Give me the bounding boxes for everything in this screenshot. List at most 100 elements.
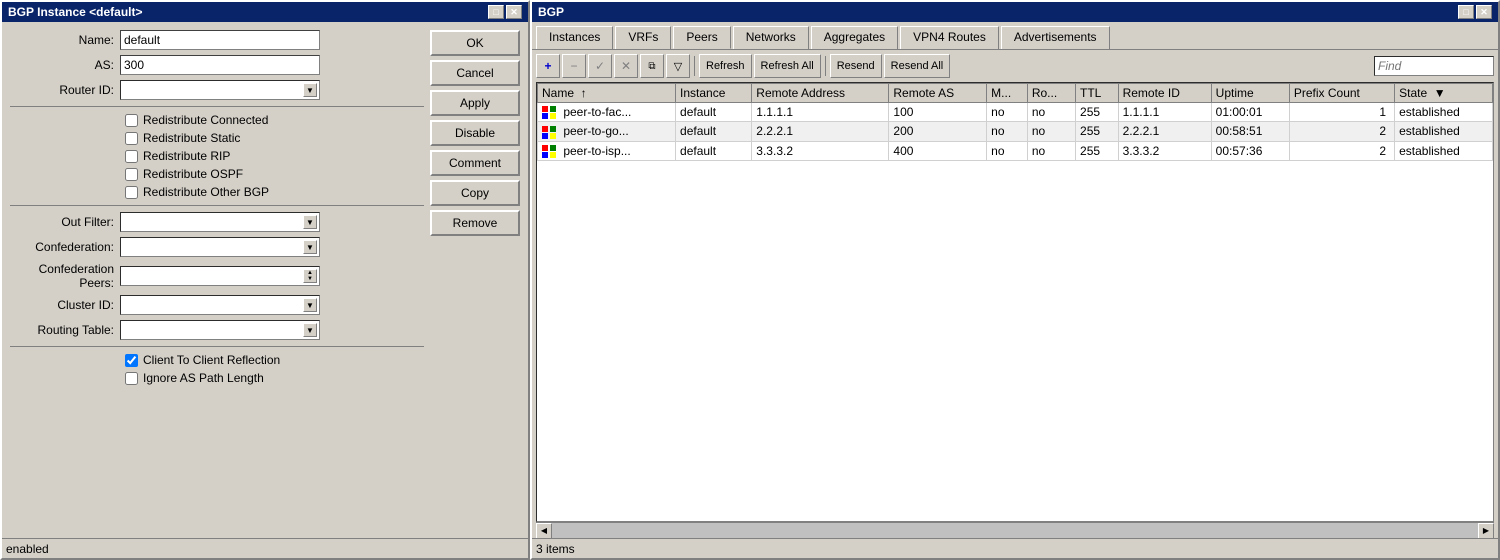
check-button[interactable]: ✓ bbox=[588, 54, 612, 78]
col-ro[interactable]: Ro... bbox=[1027, 84, 1075, 103]
copy-button[interactable]: Copy bbox=[430, 180, 520, 206]
form-area: Name: AS: Router ID: ▼ Redistribute Co bbox=[10, 30, 424, 389]
right-minimize-button[interactable]: □ bbox=[1458, 5, 1474, 19]
cluster-id-dropdown[interactable]: ▼ bbox=[120, 295, 320, 315]
col-m[interactable]: M... bbox=[987, 84, 1028, 103]
cluster-id-arrow-icon[interactable]: ▼ bbox=[303, 298, 317, 312]
refresh-button[interactable]: Refresh bbox=[699, 54, 752, 78]
cell-m: no bbox=[987, 103, 1028, 122]
right-close-button[interactable]: ✕ bbox=[1476, 5, 1492, 19]
cell-remote-address: 2.2.2.1 bbox=[752, 122, 889, 141]
redist-ospf-checkbox[interactable] bbox=[125, 168, 138, 181]
cell-remote-id: 2.2.2.1 bbox=[1118, 122, 1211, 141]
copy-peer-button[interactable]: ⧉ bbox=[640, 54, 664, 78]
routing-table-arrow-icon[interactable]: ▼ bbox=[303, 323, 317, 337]
redist-rip-label: Redistribute RIP bbox=[143, 149, 230, 163]
as-label: AS: bbox=[10, 58, 120, 72]
tab-networks[interactable]: Networks bbox=[733, 26, 809, 49]
cell-state: established bbox=[1395, 103, 1493, 122]
cell-remote-as: 400 bbox=[889, 141, 987, 160]
table-row[interactable]: peer-to-go... default 2.2.2.1 200 no no … bbox=[538, 122, 1493, 141]
cell-ttl: 255 bbox=[1076, 141, 1119, 160]
client-reflection-checkbox[interactable] bbox=[125, 354, 138, 367]
cell-name: peer-to-isp... bbox=[538, 141, 676, 160]
redist-static-label: Redistribute Static bbox=[143, 131, 240, 145]
redist-connected-checkbox[interactable] bbox=[125, 114, 138, 127]
horizontal-scrollbar[interactable]: ◀ ▶ bbox=[536, 522, 1494, 538]
x-button[interactable]: ✕ bbox=[614, 54, 638, 78]
col-name[interactable]: Name ↑ bbox=[538, 84, 676, 103]
table-row[interactable]: peer-to-fac... default 1.1.1.1 100 no no… bbox=[538, 103, 1493, 122]
buttons-column: OK Cancel Apply Disable Comment Copy Rem… bbox=[430, 30, 520, 389]
table-area: Name ↑ Instance Remote Address Remote AS… bbox=[536, 82, 1494, 522]
tab-vpn4-routes[interactable]: VPN4 Routes bbox=[900, 26, 999, 49]
ignore-as-label: Ignore AS Path Length bbox=[143, 371, 264, 385]
out-filter-dropdown[interactable]: ▼ bbox=[120, 212, 320, 232]
col-ttl[interactable]: TTL bbox=[1076, 84, 1119, 103]
tab-vrfs[interactable]: VRFs bbox=[615, 26, 671, 49]
col-remote-as[interactable]: Remote AS bbox=[889, 84, 987, 103]
scroll-left-button[interactable]: ◀ bbox=[536, 523, 552, 539]
peers-table: Name ↑ Instance Remote Address Remote AS… bbox=[537, 83, 1493, 161]
router-id-label: Router ID: bbox=[10, 83, 120, 97]
add-button[interactable]: + bbox=[536, 54, 560, 78]
conf-peers-arrow-icon[interactable]: ▲▼ bbox=[303, 269, 317, 283]
remove-peer-button[interactable]: − bbox=[562, 54, 586, 78]
cell-instance: default bbox=[676, 141, 752, 160]
tab-instances[interactable]: Instances bbox=[536, 26, 613, 49]
conf-peers-label: Confederation Peers: bbox=[10, 262, 120, 290]
scroll-track[interactable] bbox=[552, 523, 1478, 539]
redist-rip-checkbox[interactable] bbox=[125, 150, 138, 163]
cell-m: no bbox=[987, 141, 1028, 160]
col-remote-id[interactable]: Remote ID bbox=[1118, 84, 1211, 103]
toolbar: + − ✓ ✕ ⧉ ▽ Refresh Refresh All Resend R… bbox=[532, 49, 1498, 82]
cell-m: no bbox=[987, 122, 1028, 141]
tab-advertisements[interactable]: Advertisements bbox=[1001, 26, 1110, 49]
remove-button[interactable]: Remove bbox=[430, 210, 520, 236]
close-button[interactable]: ✕ bbox=[506, 5, 522, 19]
right-status-bar: 3 items bbox=[532, 538, 1498, 558]
routing-table-label: Routing Table: bbox=[10, 323, 120, 337]
apply-button[interactable]: Apply bbox=[430, 90, 520, 116]
routing-table-dropdown[interactable]: ▼ bbox=[120, 320, 320, 340]
find-input[interactable] bbox=[1374, 56, 1494, 76]
scroll-right-button[interactable]: ▶ bbox=[1478, 523, 1494, 539]
router-id-arrow-icon[interactable]: ▼ bbox=[303, 83, 317, 97]
as-input[interactable] bbox=[120, 55, 320, 75]
confederation-dropdown[interactable]: ▼ bbox=[120, 237, 320, 257]
col-state[interactable]: State ▼ bbox=[1395, 84, 1493, 103]
col-remote-address[interactable]: Remote Address bbox=[752, 84, 889, 103]
tab-aggregates[interactable]: Aggregates bbox=[811, 26, 898, 49]
out-filter-arrow-icon[interactable]: ▼ bbox=[303, 215, 317, 229]
col-instance[interactable]: Instance bbox=[676, 84, 752, 103]
comment-button[interactable]: Comment bbox=[430, 150, 520, 176]
tab-peers[interactable]: Peers bbox=[673, 26, 730, 49]
resend-button[interactable]: Resend bbox=[830, 54, 882, 78]
ok-button[interactable]: OK bbox=[430, 30, 520, 56]
router-id-dropdown[interactable]: ▼ bbox=[120, 80, 320, 100]
confederation-label: Confederation: bbox=[10, 240, 120, 254]
minimize-button[interactable]: □ bbox=[488, 5, 504, 19]
conf-peers-dropdown[interactable]: ▲▼ bbox=[120, 266, 320, 286]
resend-all-button[interactable]: Resend All bbox=[884, 54, 951, 78]
left-panel: BGP Instance <default> □ ✕ Name: AS: Rou… bbox=[0, 0, 530, 560]
name-input[interactable] bbox=[120, 30, 320, 50]
confederation-arrow-icon[interactable]: ▼ bbox=[303, 240, 317, 254]
ignore-as-checkbox[interactable] bbox=[125, 372, 138, 385]
filter-button[interactable]: ▽ bbox=[666, 54, 690, 78]
redist-static-checkbox[interactable] bbox=[125, 132, 138, 145]
redist-bgp-label: Redistribute Other BGP bbox=[143, 185, 269, 199]
cell-state: established bbox=[1395, 122, 1493, 141]
redist-bgp-checkbox[interactable] bbox=[125, 186, 138, 199]
table-row[interactable]: peer-to-isp... default 3.3.3.2 400 no no… bbox=[538, 141, 1493, 160]
refresh-all-button[interactable]: Refresh All bbox=[754, 54, 821, 78]
cancel-button[interactable]: Cancel bbox=[430, 60, 520, 86]
cell-name: peer-to-go... bbox=[538, 122, 676, 141]
out-filter-label: Out Filter: bbox=[10, 215, 120, 229]
col-uptime[interactable]: Uptime bbox=[1211, 84, 1289, 103]
disable-button[interactable]: Disable bbox=[430, 120, 520, 146]
cell-ro: no bbox=[1027, 122, 1075, 141]
cell-uptime: 00:57:36 bbox=[1211, 141, 1289, 160]
left-status-bar: enabled bbox=[2, 538, 528, 558]
col-prefix-count[interactable]: Prefix Count bbox=[1289, 84, 1394, 103]
